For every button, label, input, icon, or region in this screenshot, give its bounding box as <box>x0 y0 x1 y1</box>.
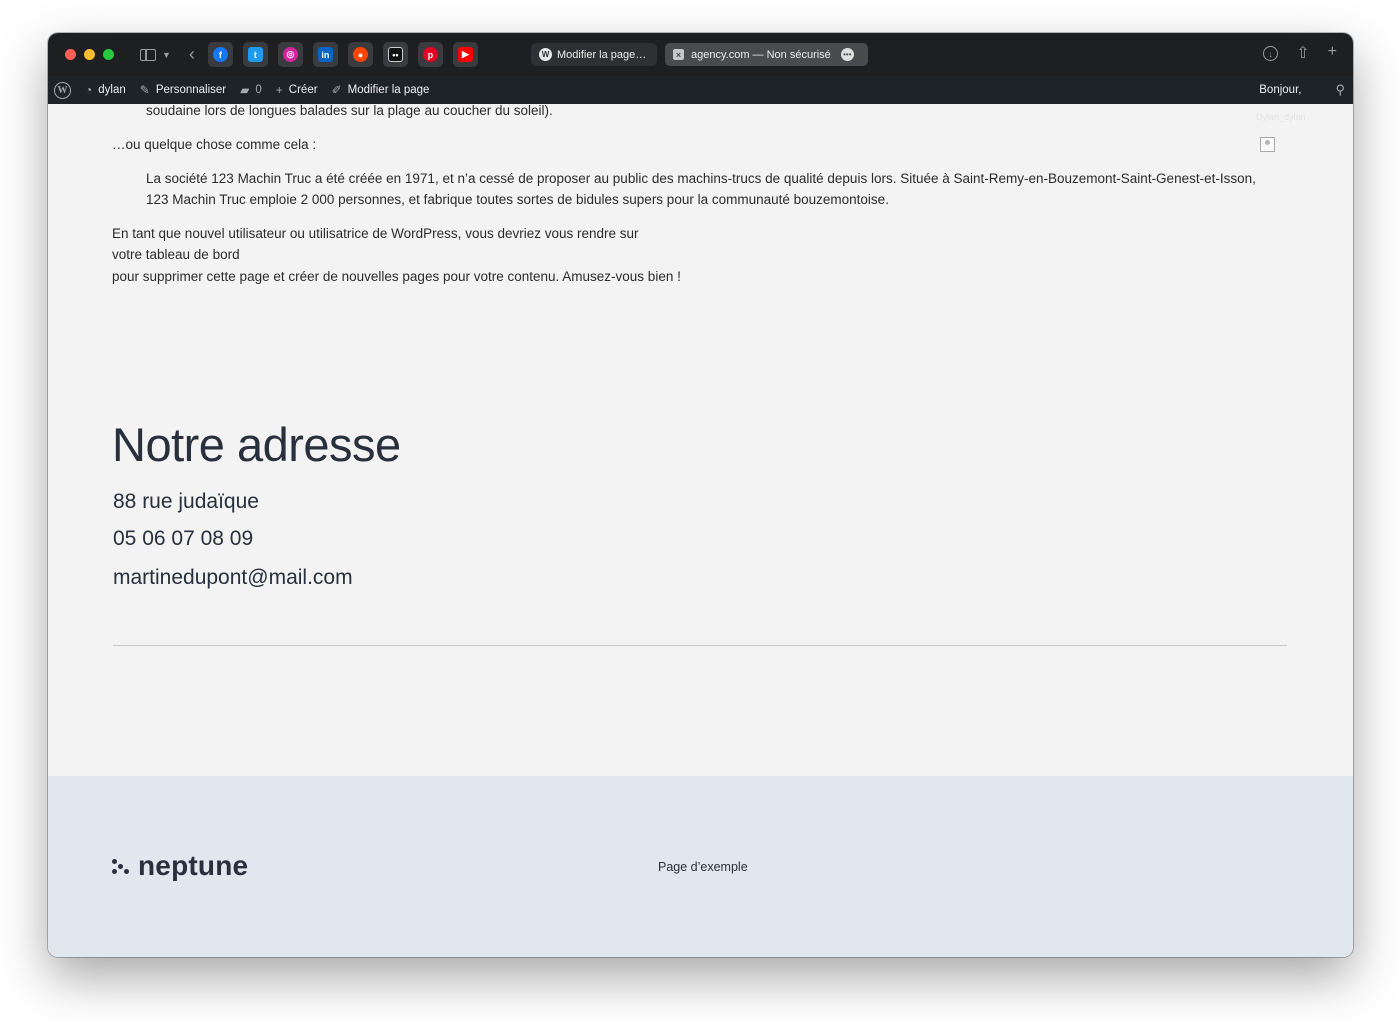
pinterest-icon: p <box>422 47 438 62</box>
admin-new-link[interactable]: + Créer <box>276 83 318 97</box>
neptune-logo-icon <box>112 857 130 875</box>
twitter-icon: t <box>247 47 263 62</box>
admin-comments-link[interactable]: ▰ 0 <box>240 83 262 97</box>
address-heading: Notre adresse <box>112 418 401 471</box>
paragraph-wp-line-3: pour supprimer cette page et créer de no… <box>112 269 681 284</box>
admin-edit-page-link[interactable]: ✐ Modifier la page <box>332 83 430 97</box>
plus-icon: + <box>275 83 283 97</box>
address-street: 88 rue judaïque <box>113 490 259 513</box>
quote-text-tail: soudaine lors de longues balades sur la … <box>146 103 553 118</box>
tab-agency-site[interactable]: × agency.com — Non sécurisé ••• <box>665 43 868 66</box>
flickr-icon: •• <box>387 47 403 62</box>
customize-label: Personnaliser <box>155 84 227 96</box>
account-greeting[interactable]: Bonjour, <box>1259 84 1301 96</box>
tab-label: Modifier la page… <box>557 48 647 61</box>
youtube-icon: ▶ <box>457 47 473 62</box>
brush-icon: ✎ <box>139 83 150 97</box>
sidebar-toggle-icon[interactable] <box>140 48 156 61</box>
page-content: soudaine lors de longues balades sur la … <box>48 103 1353 776</box>
browser-toolbar: ▼ ‹ f t ◎ in ● •• p ▶ W Modifier la page… <box>48 33 1353 76</box>
address-phone: 05 06 07 08 09 <box>113 527 254 550</box>
site-name: dylan <box>98 84 126 96</box>
admin-user-name-faint: Dylan_dylan <box>1256 112 1306 122</box>
back-arrow-icon[interactable]: ‹ <box>189 44 195 65</box>
tab-label: agency.com — Non sécurisé <box>691 48 831 61</box>
flickr-favorite[interactable]: •• <box>382 42 408 67</box>
user-avatar[interactable] <box>1260 137 1275 152</box>
wordpress-favicon-icon: W <box>539 48 552 61</box>
pencil-icon: ✐ <box>331 83 342 97</box>
reddit-icon: ● <box>352 47 368 62</box>
comment-bubble-icon: ▰ <box>240 83 250 97</box>
facebook-icon: f <box>212 47 228 62</box>
site-footer: neptune Page d’exemple <box>48 776 1353 957</box>
footer-nav-link[interactable]: Page d’exemple <box>658 860 748 874</box>
close-tab-icon[interactable]: × <box>673 49 684 60</box>
more-options-icon[interactable]: ••• <box>840 48 854 61</box>
pinterest-favorite[interactable]: p <box>417 42 443 67</box>
paragraph-intro: …ou quelque chose comme cela : <box>112 137 317 152</box>
edit-page-label: Modifier la page <box>347 84 430 96</box>
address-email[interactable]: martinedupont@mail.com <box>113 566 353 590</box>
quote-line-1: La société 123 Machin Truc a été créée e… <box>146 171 1256 186</box>
facebook-favorite[interactable]: f <box>207 42 233 67</box>
admin-site-link[interactable]: ◔ dylan <box>85 83 126 97</box>
search-icon[interactable]: ⚲ <box>1335 82 1345 98</box>
comment-count: 0 <box>255 84 262 96</box>
new-label: Créer <box>288 84 318 96</box>
window-controls <box>65 49 114 60</box>
admin-bar-right: Bonjour, ⚲ <box>1259 82 1353 98</box>
twitter-favorite[interactable]: t <box>242 42 268 67</box>
youtube-favorite[interactable]: ▶ <box>452 42 478 67</box>
site-logo[interactable]: neptune <box>112 850 248 882</box>
download-icon[interactable]: ↓ <box>1263 46 1279 61</box>
reddit-favorite[interactable]: ● <box>347 42 373 67</box>
dashboard-link[interactable]: votre tableau de bord <box>112 244 240 265</box>
close-window-button[interactable] <box>65 49 76 60</box>
chevron-down-icon[interactable]: ▼ <box>162 50 171 60</box>
share-icon[interactable]: ⇧ <box>1296 43 1309 63</box>
instagram-icon: ◎ <box>282 47 298 62</box>
linkedin-icon: in <box>317 47 333 62</box>
toolbar-right-actions: ↓ ⇧ + <box>1263 43 1337 63</box>
content-divider <box>113 645 1287 646</box>
wordpress-logo-icon[interactable]: W <box>54 81 71 99</box>
linkedin-favorite[interactable]: in <box>312 42 338 67</box>
admin-customize-link[interactable]: ✎ Personnaliser <box>140 83 226 97</box>
minimize-window-button[interactable] <box>84 49 95 60</box>
dashboard-gauge-icon: ◔ <box>85 83 93 97</box>
quote-line-2: 123 Machin Truc emploie 2 000 personnes,… <box>146 192 889 207</box>
favorites-bar: f t ◎ in ● •• p ▶ <box>207 42 478 67</box>
instagram-favorite[interactable]: ◎ <box>277 42 303 67</box>
browser-window: ▼ ‹ f t ◎ in ● •• p ▶ W Modifier la page… <box>48 33 1353 957</box>
tab-edit-page[interactable]: W Modifier la page… <box>531 43 657 66</box>
brand-name: neptune <box>138 850 249 881</box>
new-tab-plus-icon[interactable]: + <box>1328 43 1337 63</box>
zoom-window-button[interactable] <box>103 49 114 60</box>
paragraph-wp-line-1: En tant que nouvel utilisateur ou utilis… <box>112 226 639 241</box>
